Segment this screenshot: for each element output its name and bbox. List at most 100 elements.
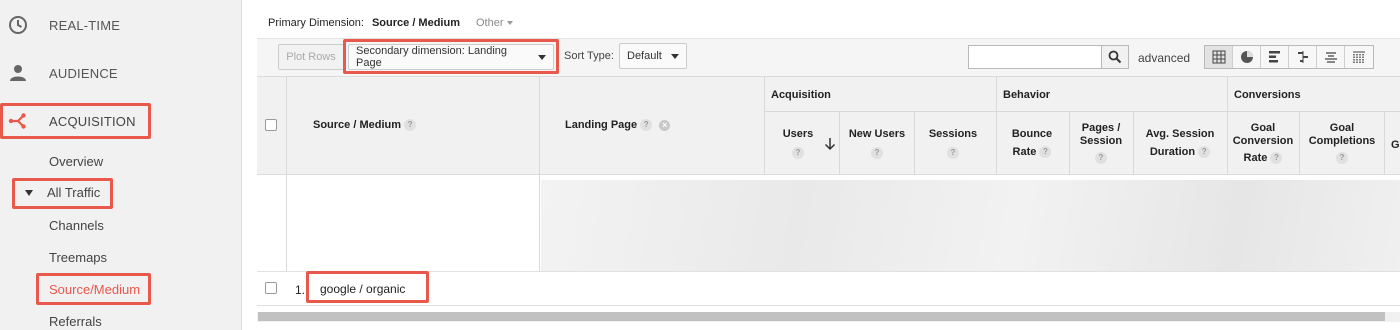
sort-descending-icon[interactable] (824, 137, 836, 151)
col-landing-page-label: Landing Page (565, 119, 638, 131)
col-new-users-label: New Users (848, 128, 906, 140)
primary-dimension-value[interactable]: Source / Medium (372, 17, 460, 29)
comparison-view-button[interactable] (1289, 46, 1317, 68)
bar-view-button[interactable] (1261, 46, 1289, 68)
sidebar-item-channels[interactable]: Channels (49, 218, 104, 233)
sidebar: REAL-TIME AUDIENCE ACQUISITION Overview … (0, 0, 242, 330)
col-users-label: Users (782, 128, 814, 140)
divider (914, 111, 915, 175)
divider (996, 76, 997, 175)
help-icon[interactable]: ? (1095, 152, 1107, 165)
col-source-medium-label: Source / Medium (313, 119, 402, 131)
nav-item-real-time[interactable]: REAL-TIME (0, 5, 242, 45)
col-gcr-label-1: Goal (1250, 122, 1276, 134)
other-label: Other (476, 17, 504, 29)
sort-type-label: Sort Type: (564, 50, 614, 62)
other-caret-icon (506, 21, 513, 26)
divider (764, 76, 765, 175)
col-goal-conversion-rate[interactable]: Goal Conversion Rate ? (1230, 122, 1296, 165)
col-users[interactable]: Users ? (779, 128, 817, 160)
clock-icon (9, 16, 27, 34)
view-switcher (1204, 45, 1374, 69)
pivot-view-button[interactable] (1345, 46, 1373, 68)
term-cloud-button[interactable] (1317, 46, 1345, 68)
col-avg-label-2: Duration (1149, 146, 1196, 158)
person-icon (10, 65, 26, 81)
sidebar-item-overview[interactable]: Overview (49, 154, 103, 169)
sort-type-dropdown[interactable]: Default (619, 43, 687, 69)
col-bounce-rate[interactable]: Bounce Rate ? (999, 128, 1065, 159)
help-icon[interactable]: ? (947, 147, 959, 160)
col-gcr-label-2: Conversion (1232, 135, 1294, 147)
col-goal-completions[interactable]: Goal Completions ? (1302, 122, 1382, 165)
col-sessions-label: Sessions (928, 128, 978, 140)
comparison-view-icon (1297, 51, 1308, 63)
group-behavior: Behavior (1003, 89, 1051, 101)
grid-view-button[interactable] (1205, 46, 1233, 68)
all-traffic-highlight (12, 178, 113, 209)
primary-dimension-other[interactable]: Other (476, 17, 513, 29)
grid-view-icon (1212, 50, 1225, 64)
source-medium-highlight (36, 273, 151, 305)
nav-label-real-time: REAL-TIME (49, 17, 121, 33)
help-icon[interactable]: ? (1039, 146, 1052, 159)
row-number: 1. (295, 283, 306, 297)
col-landing-page[interactable]: Landing Page ? × (565, 119, 671, 132)
pie-view-button[interactable] (1233, 46, 1261, 68)
col-partial: G (1391, 139, 1400, 151)
primary-dimension-bar: Primary Dimension: Source / Medium Other (268, 17, 513, 29)
help-icon[interactable]: ? (792, 147, 804, 160)
group-acquisition: Acquisition (771, 89, 831, 101)
col-avg-label-1: Avg. Session (1145, 128, 1215, 140)
pivot-view-icon (1353, 51, 1365, 63)
col-gcr-label-3: Rate (1243, 152, 1268, 164)
divider (764, 111, 1400, 112)
plot-rows-button[interactable]: Plot Rows (278, 44, 344, 70)
help-icon[interactable]: ? (871, 147, 883, 160)
term-cloud-icon (1324, 52, 1337, 63)
divider (1133, 111, 1134, 175)
acquisition-highlight (0, 103, 151, 139)
sort-type-value: Default (627, 50, 662, 62)
search-button[interactable] (1101, 45, 1129, 69)
divider (1069, 111, 1070, 175)
google-organic-highlight (306, 271, 429, 303)
divider (1384, 111, 1385, 175)
help-icon[interactable]: ? (1270, 152, 1283, 165)
col-new-users[interactable]: New Users ? (842, 128, 912, 160)
chevron-down-icon (670, 53, 679, 59)
col-source-medium[interactable]: Source / Medium ? (313, 119, 417, 132)
col-pages-session[interactable]: Pages / Session ? (1072, 122, 1130, 165)
remove-dimension-icon[interactable]: × (659, 120, 671, 131)
col-gc-label-2: Completions (1308, 135, 1376, 147)
col-bounce-label-2: Rate (1012, 146, 1037, 158)
scrollbar-thumb[interactable] (258, 312, 1385, 321)
primary-dimension-label: Primary Dimension: (268, 17, 364, 29)
divider (1227, 76, 1228, 175)
search-icon (1108, 50, 1122, 64)
col-gc-label-1: Goal (1329, 122, 1355, 134)
help-icon[interactable]: ? (404, 119, 417, 132)
col-avg-session-duration[interactable]: Avg. Session Duration ? (1136, 128, 1224, 159)
divider (839, 111, 840, 175)
help-icon[interactable]: ? (1198, 146, 1211, 159)
col-sessions[interactable]: Sessions ? (917, 128, 989, 160)
col-pages-label-1: Pages / (1081, 122, 1121, 134)
row-checkbox[interactable] (265, 282, 277, 294)
advanced-filter-link[interactable]: advanced (1138, 51, 1190, 65)
help-icon[interactable]: ? (640, 119, 653, 132)
bar-view-icon (1268, 51, 1280, 63)
pie-view-icon (1240, 51, 1253, 63)
help-icon[interactable]: ? (1336, 152, 1348, 165)
divider (1299, 111, 1300, 175)
secondary-dimension-highlight (343, 39, 559, 74)
col-pages-label-2: Session (1079, 135, 1123, 147)
table-search-input[interactable] (968, 45, 1102, 69)
group-conversions: Conversions (1234, 89, 1301, 101)
sidebar-item-treemaps[interactable]: Treemaps (49, 250, 107, 265)
select-all-checkbox[interactable] (265, 119, 277, 131)
nav-label-audience: AUDIENCE (49, 65, 118, 81)
col-bounce-label-1: Bounce (1011, 128, 1053, 140)
sidebar-item-referrals[interactable]: Referrals (49, 314, 102, 329)
nav-item-audience[interactable]: AUDIENCE (0, 53, 242, 93)
